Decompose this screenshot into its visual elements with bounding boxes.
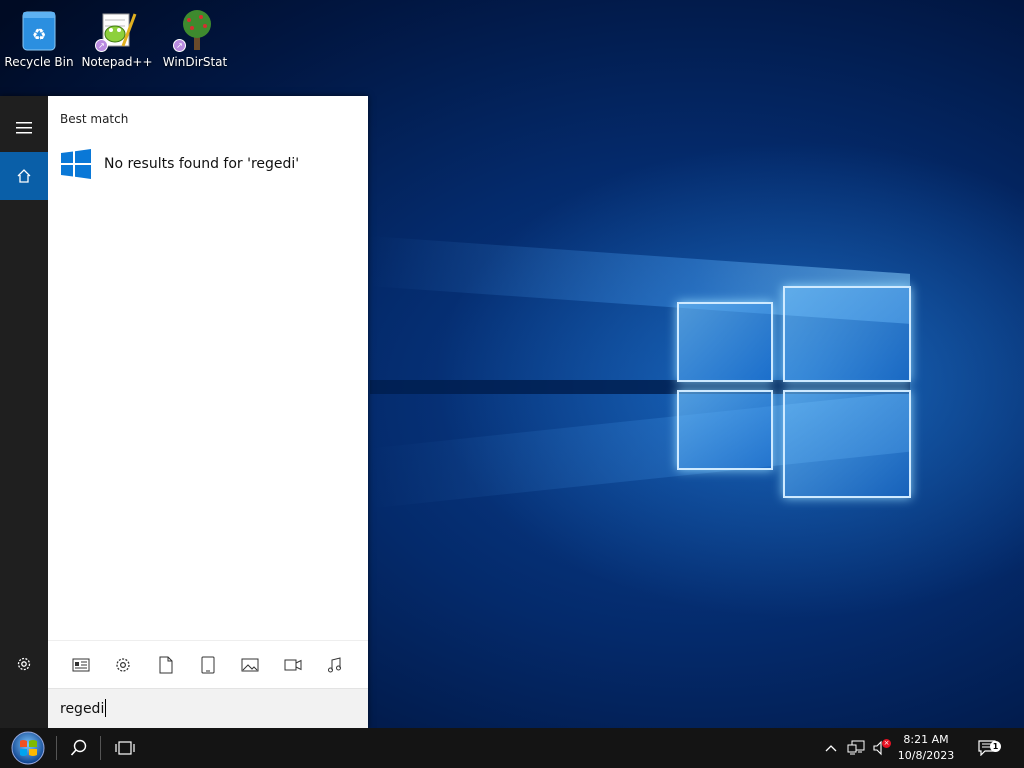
filter-settings-button[interactable] [111,653,135,677]
search-input[interactable]: regedi [48,688,368,728]
result-text: No results found for 'regedi' [104,156,300,172]
taskbar: × 8:21 AM 10/8/2023 1 [0,728,1024,768]
mute-icon: × [882,739,891,748]
filter-documents-button[interactable] [154,653,178,677]
task-view-icon [115,741,135,755]
start-menu-rail [0,96,48,728]
search-button[interactable] [60,728,98,768]
action-center-button[interactable]: 1 [968,728,1008,768]
task-view-button[interactable] [106,728,144,768]
document-icon [159,656,173,673]
hamburger-menu-button[interactable] [0,104,48,152]
gear-icon [116,657,131,672]
settings-button[interactable] [0,640,48,688]
photo-icon [241,658,259,671]
volume-tray-button[interactable]: × [868,728,892,768]
network-tray-button[interactable] [844,728,868,768]
tablet-icon [201,656,215,673]
search-input-value: regedi [60,701,105,717]
search-results-panel: Best match No results found for 'regedi' [48,96,368,640]
desktop-icon-label: Recycle Bin [4,55,74,69]
gear-icon [17,657,31,671]
apps-icon [72,658,90,671]
desktop-icon-label: Notepad++ [81,55,153,69]
start-menu: Best match No results found for 'regedi' [0,96,368,728]
windows-logo-icon [61,149,91,179]
notification-count-badge: 1 [990,741,1001,752]
music-icon [327,656,341,672]
clock-time: 8:21 AM [903,733,949,746]
taskbar-separator [100,736,101,760]
home-icon [17,169,31,183]
hamburger-icon [16,122,32,134]
notepadpp-icon: ↗ [95,8,137,52]
network-icon [847,740,865,755]
chevron-up-icon [825,745,837,752]
desktop-icon-recycle-bin[interactable]: ♻ Recycle Bin [0,4,78,76]
home-button[interactable] [0,152,48,200]
taskbar-separator [56,736,57,760]
start-orb-icon [11,731,45,765]
desktop-icon-notepadpp[interactable]: ↗ Notepad++ [78,4,156,76]
desktop-icon-label: WinDirStat [162,55,228,69]
shortcut-arrow-icon: ↗ [95,39,108,52]
video-icon [284,659,302,670]
text-caret [105,699,107,717]
filter-folders-button[interactable] [196,653,220,677]
show-hidden-icons-button[interactable] [820,728,842,768]
desktop-icon-windirstat[interactable]: ↗ WinDirStat [156,4,234,76]
svg-text:♻: ♻ [32,25,46,44]
start-button[interactable] [4,728,52,768]
search-filter-bar [48,640,368,688]
windirstat-icon: ↗ [173,8,215,52]
search-icon [70,739,87,756]
clock-date: 10/8/2023 [897,749,955,762]
filter-videos-button[interactable] [281,653,305,677]
wallpaper-windows-logo [675,268,913,504]
filter-photos-button[interactable] [238,653,262,677]
filter-music-button[interactable] [323,653,347,677]
recycle-bin-icon: ♻ [19,8,59,52]
filter-apps-button[interactable] [69,653,93,677]
search-result-item[interactable]: No results found for 'regedi' [48,144,368,184]
best-match-heading: Best match [60,112,129,126]
shortcut-arrow-icon: ↗ [173,39,186,52]
clock[interactable]: 8:21 AM 10/8/2023 [894,732,958,764]
